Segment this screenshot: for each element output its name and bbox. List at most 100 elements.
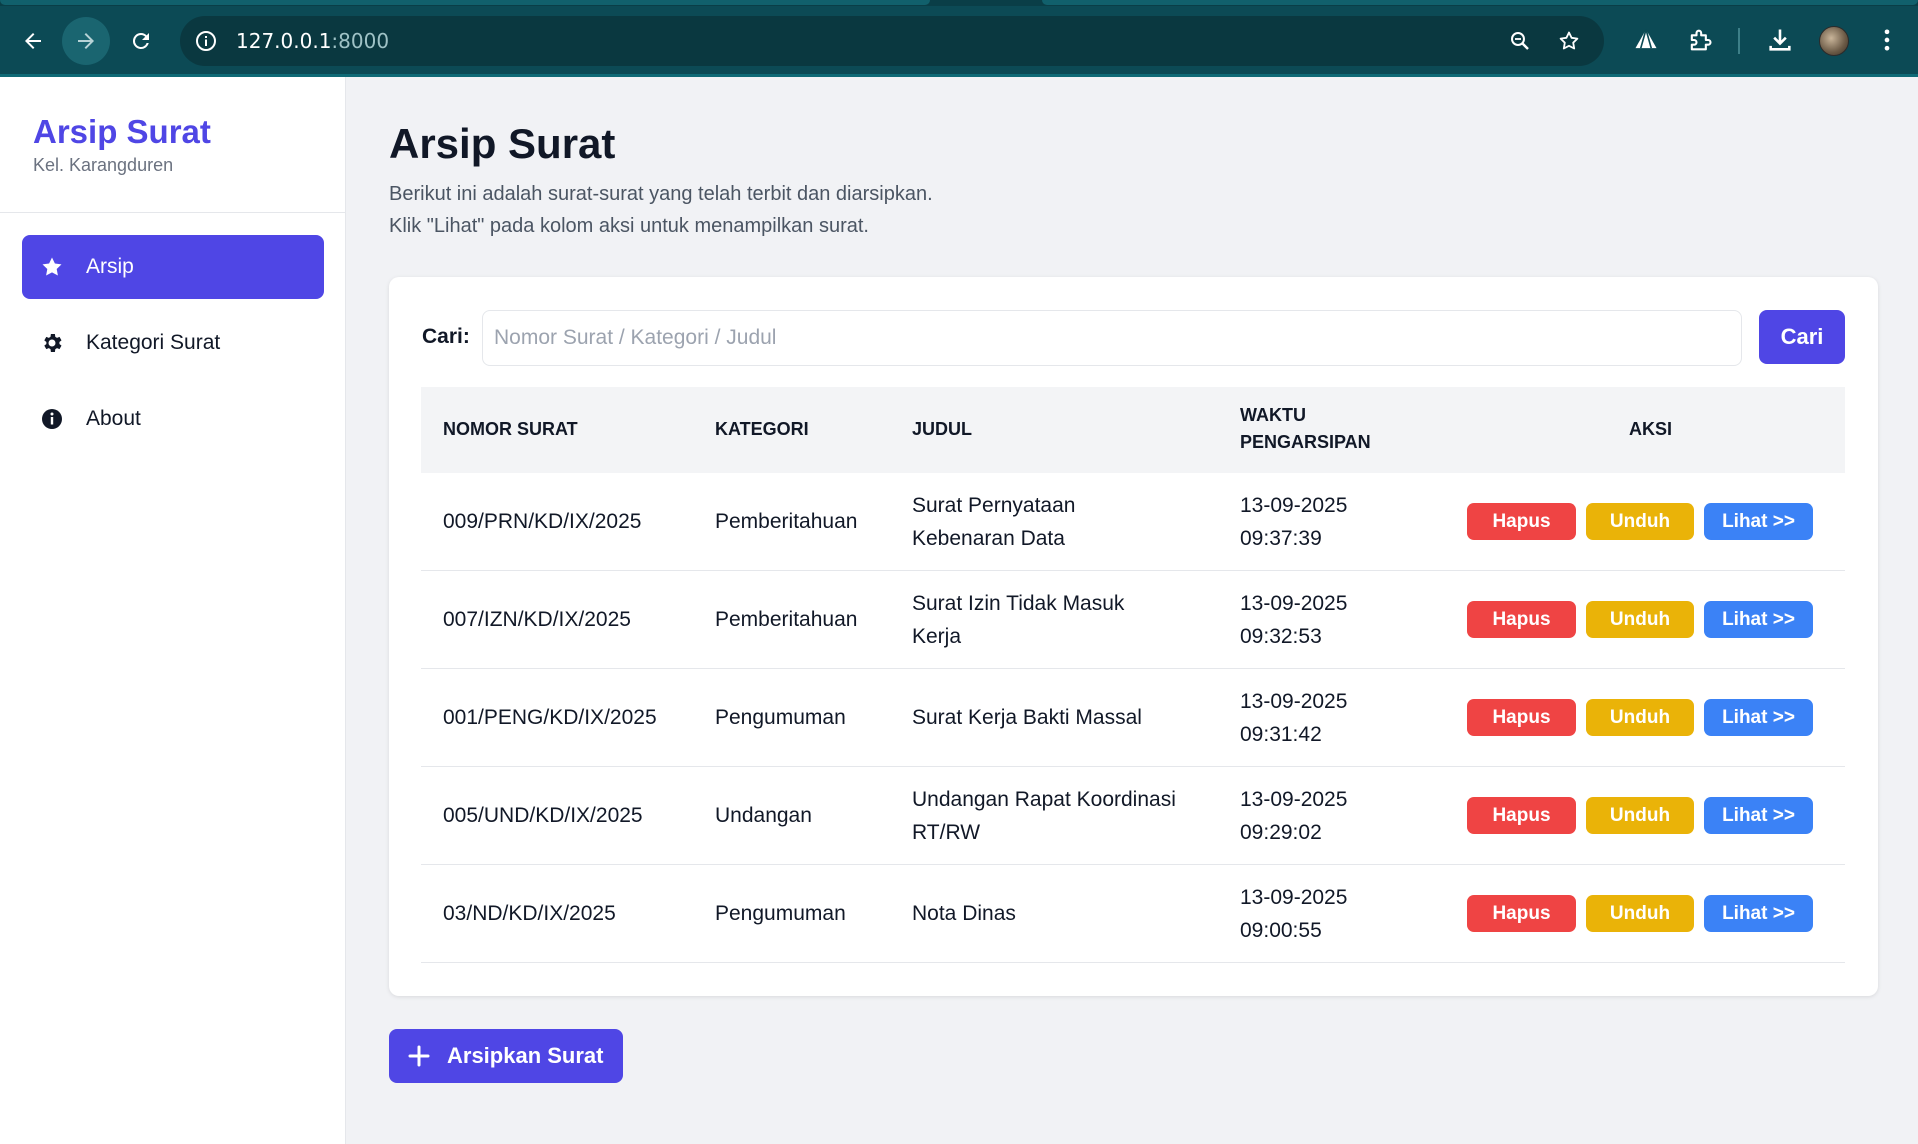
sidebar-item-about[interactable]: About <box>22 387 324 451</box>
cell-judul-line1: Surat Pernyataan <box>912 494 1076 517</box>
cell-nomor: 009/PRN/KD/IX/2025 <box>443 510 642 533</box>
hapus-button[interactable]: Hapus <box>1467 601 1576 638</box>
sidebar: Arsip Surat Kel. Karangduren Arsip Kateg… <box>0 77 346 1144</box>
unduh-button[interactable]: Unduh <box>1586 601 1694 638</box>
lihat-button[interactable]: Lihat >> <box>1704 601 1813 638</box>
hapus-button[interactable]: Hapus <box>1467 797 1576 834</box>
bookmark-star-icon[interactable] <box>1557 29 1581 53</box>
cell-kategori: Pengumuman <box>715 706 846 729</box>
reload-icon <box>132 32 149 49</box>
tab-hint <box>0 0 930 5</box>
unduh-button[interactable]: Unduh <box>1586 797 1694 834</box>
table-row: 009/PRN/KD/IX/2025 Pemberitahuan Surat P… <box>421 473 1845 571</box>
cell-jam: 09:29:02 <box>1240 821 1322 844</box>
cell-jam: 09:00:55 <box>1240 919 1322 942</box>
column-header-nomor: NOMOR SURAT <box>443 419 578 439</box>
lihat-button[interactable]: Lihat >> <box>1704 503 1813 540</box>
cell-kategori: Pemberitahuan <box>715 608 858 631</box>
brand-title: Arsip Surat <box>33 113 211 150</box>
search-label: Cari: <box>422 325 470 348</box>
hapus-button[interactable]: Hapus <box>1467 895 1576 932</box>
cell-judul: Nota Dinas <box>912 902 1016 925</box>
search-input[interactable] <box>482 310 1742 366</box>
cell-judul-line2: Kerja <box>912 625 962 648</box>
column-header-judul: JUDUL <box>912 419 973 439</box>
column-header-waktu-line2: PENGARSIPAN <box>1240 432 1371 452</box>
profile-avatar[interactable] <box>1819 26 1849 56</box>
hapus-button[interactable]: Hapus <box>1467 503 1576 540</box>
table-row: 007/IZN/KD/IX/2025 Pemberitahuan Surat I… <box>421 571 1845 669</box>
info-icon <box>40 407 64 431</box>
forward-button[interactable] <box>62 17 110 65</box>
reload-button[interactable] <box>117 17 165 65</box>
url-port: :8000 <box>331 29 390 53</box>
cell-tanggal: 13-09-2025 <box>1240 494 1348 517</box>
arsipkan-surat-button[interactable]: Arsipkan Surat <box>389 1029 623 1083</box>
download-icon[interactable] <box>1766 26 1794 54</box>
cell-tanggal: 13-09-2025 <box>1240 788 1348 811</box>
url-text[interactable]: 127.0.0.1:8000 <box>236 29 389 53</box>
zoom-icon[interactable] <box>1508 29 1532 53</box>
column-header-waktu: WAKTU PENGARSIPAN <box>1240 402 1371 456</box>
lihat-button[interactable]: Lihat >> <box>1704 699 1813 736</box>
lihat-button[interactable]: Lihat >> <box>1704 895 1813 932</box>
cell-waktu: 13-09-2025 09:29:02 <box>1240 783 1347 849</box>
cell-judul-line1: Undangan Rapat Koordinasi <box>912 788 1176 811</box>
cell-waktu: 13-09-2025 09:00:55 <box>1240 881 1347 947</box>
cell-judul-line1: Surat Izin Tidak Masuk <box>912 592 1125 615</box>
url-host: 127.0.0.1 <box>236 29 332 53</box>
cell-kategori: Undangan <box>715 804 812 827</box>
cell-judul-line2: Kebenaran Data <box>912 527 1065 550</box>
cell-nomor: 001/PENG/KD/IX/2025 <box>443 706 657 729</box>
address-bar[interactable]: 127.0.0.1:8000 <box>180 16 1604 66</box>
table-row: 005/UND/KD/IX/2025 Undangan Undangan Rap… <box>421 767 1845 865</box>
drive-icon[interactable] <box>1632 26 1660 54</box>
page-title: Arsip Surat <box>389 120 616 167</box>
cell-waktu: 13-09-2025 09:32:53 <box>1240 587 1347 653</box>
star-icon <box>40 255 64 279</box>
unduh-button[interactable]: Unduh <box>1586 895 1694 932</box>
cell-tanggal: 13-09-2025 <box>1240 886 1348 909</box>
brand-subtitle: Kel. Karangduren <box>33 155 174 175</box>
sidebar-item-arsip[interactable]: Arsip <box>22 235 324 299</box>
cell-jam: 09:31:42 <box>1240 723 1322 746</box>
unduh-button[interactable]: Unduh <box>1586 503 1694 540</box>
cell-kategori: Pemberitahuan <box>715 510 858 533</box>
page-description: Berikut ini adalah surat-surat yang tela… <box>389 183 933 205</box>
sidebar-item-label: Arsip <box>86 255 134 278</box>
cell-waktu: 13-09-2025 09:31:42 <box>1240 685 1347 751</box>
more-menu-icon[interactable] <box>1873 26 1901 54</box>
site-info-icon[interactable] <box>194 29 218 53</box>
column-header-aksi: AKSI <box>1629 419 1673 439</box>
unduh-button[interactable]: Unduh <box>1586 699 1694 736</box>
sidebar-divider <box>0 212 346 213</box>
cell-judul: Surat Kerja Bakti Massal <box>912 706 1142 729</box>
arrow-left-icon <box>25 33 41 49</box>
cell-jam: 09:32:53 <box>1240 625 1322 648</box>
cell-nomor: 03/ND/KD/IX/2025 <box>443 902 616 925</box>
column-header-waktu-line1: WAKTU <box>1240 405 1306 425</box>
cell-tanggal: 13-09-2025 <box>1240 592 1348 615</box>
cell-nomor: 005/UND/KD/IX/2025 <box>443 804 643 827</box>
sidebar-item-label: Kategori Surat <box>86 331 221 354</box>
archive-card: Cari: Cari NOMOR SURAT KATEGORI JUDUL WA… <box>389 277 1878 996</box>
sidebar-item-kategori-surat[interactable]: Kategori Surat <box>22 311 324 375</box>
hapus-button[interactable]: Hapus <box>1467 699 1576 736</box>
column-header-kategori: KATEGORI <box>715 419 809 439</box>
cell-judul: Surat Pernyataan Kebenaran Data <box>912 489 1075 555</box>
page-description: Klik "Lihat" pada kolom aksi untuk menam… <box>389 215 869 237</box>
search-button[interactable]: Cari <box>1759 310 1845 364</box>
tab-hint <box>1042 0 1918 5</box>
cell-judul-line2: RT/RW <box>912 821 981 844</box>
back-button[interactable] <box>9 17 57 65</box>
cell-judul: Undangan Rapat Koordinasi RT/RW <box>912 783 1176 849</box>
lihat-button[interactable]: Lihat >> <box>1704 797 1813 834</box>
add-button-label: Arsipkan Surat <box>447 1043 604 1068</box>
toolbar-separator <box>1738 28 1740 54</box>
archive-table: NOMOR SURAT KATEGORI JUDUL WAKTU PENGARS… <box>421 387 1845 963</box>
browser-toolbar: 127.0.0.1:8000 <box>0 0 1918 77</box>
arrow-right-icon <box>78 33 94 49</box>
cell-nomor: 007/IZN/KD/IX/2025 <box>443 608 631 631</box>
cell-waktu: 13-09-2025 09:37:39 <box>1240 489 1347 555</box>
extensions-icon[interactable] <box>1686 26 1714 54</box>
